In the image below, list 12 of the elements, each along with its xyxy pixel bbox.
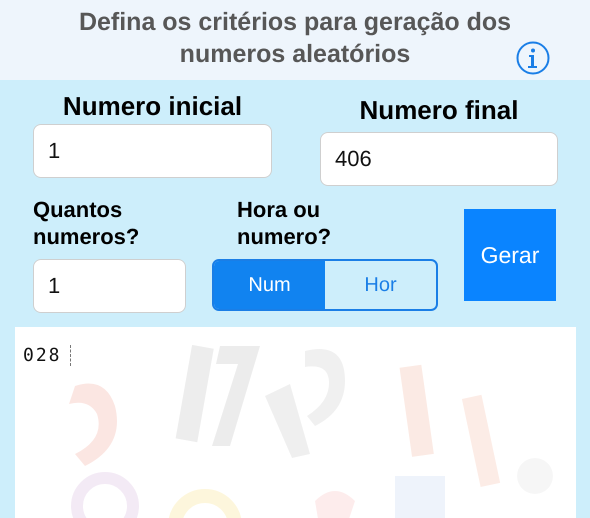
info-icon[interactable] xyxy=(516,41,550,75)
number-field[interactable]: 406 xyxy=(320,132,558,186)
number-field[interactable]: 1 xyxy=(33,124,272,178)
output-text: 028 xyxy=(23,345,71,366)
field-label: Quantos numeros? xyxy=(33,196,140,251)
segment-option[interactable]: Num xyxy=(214,261,325,309)
field-label: Hora ou numero? xyxy=(236,196,332,251)
number-field[interactable]: 1 xyxy=(33,259,186,313)
header-title: Defina os critérios para geração dos numeros aleatórios xyxy=(78,7,512,70)
field-label: Numero inicial xyxy=(62,90,242,122)
field-label: Numero final xyxy=(360,94,518,126)
generate-button[interactable]: Gerar xyxy=(464,209,556,301)
